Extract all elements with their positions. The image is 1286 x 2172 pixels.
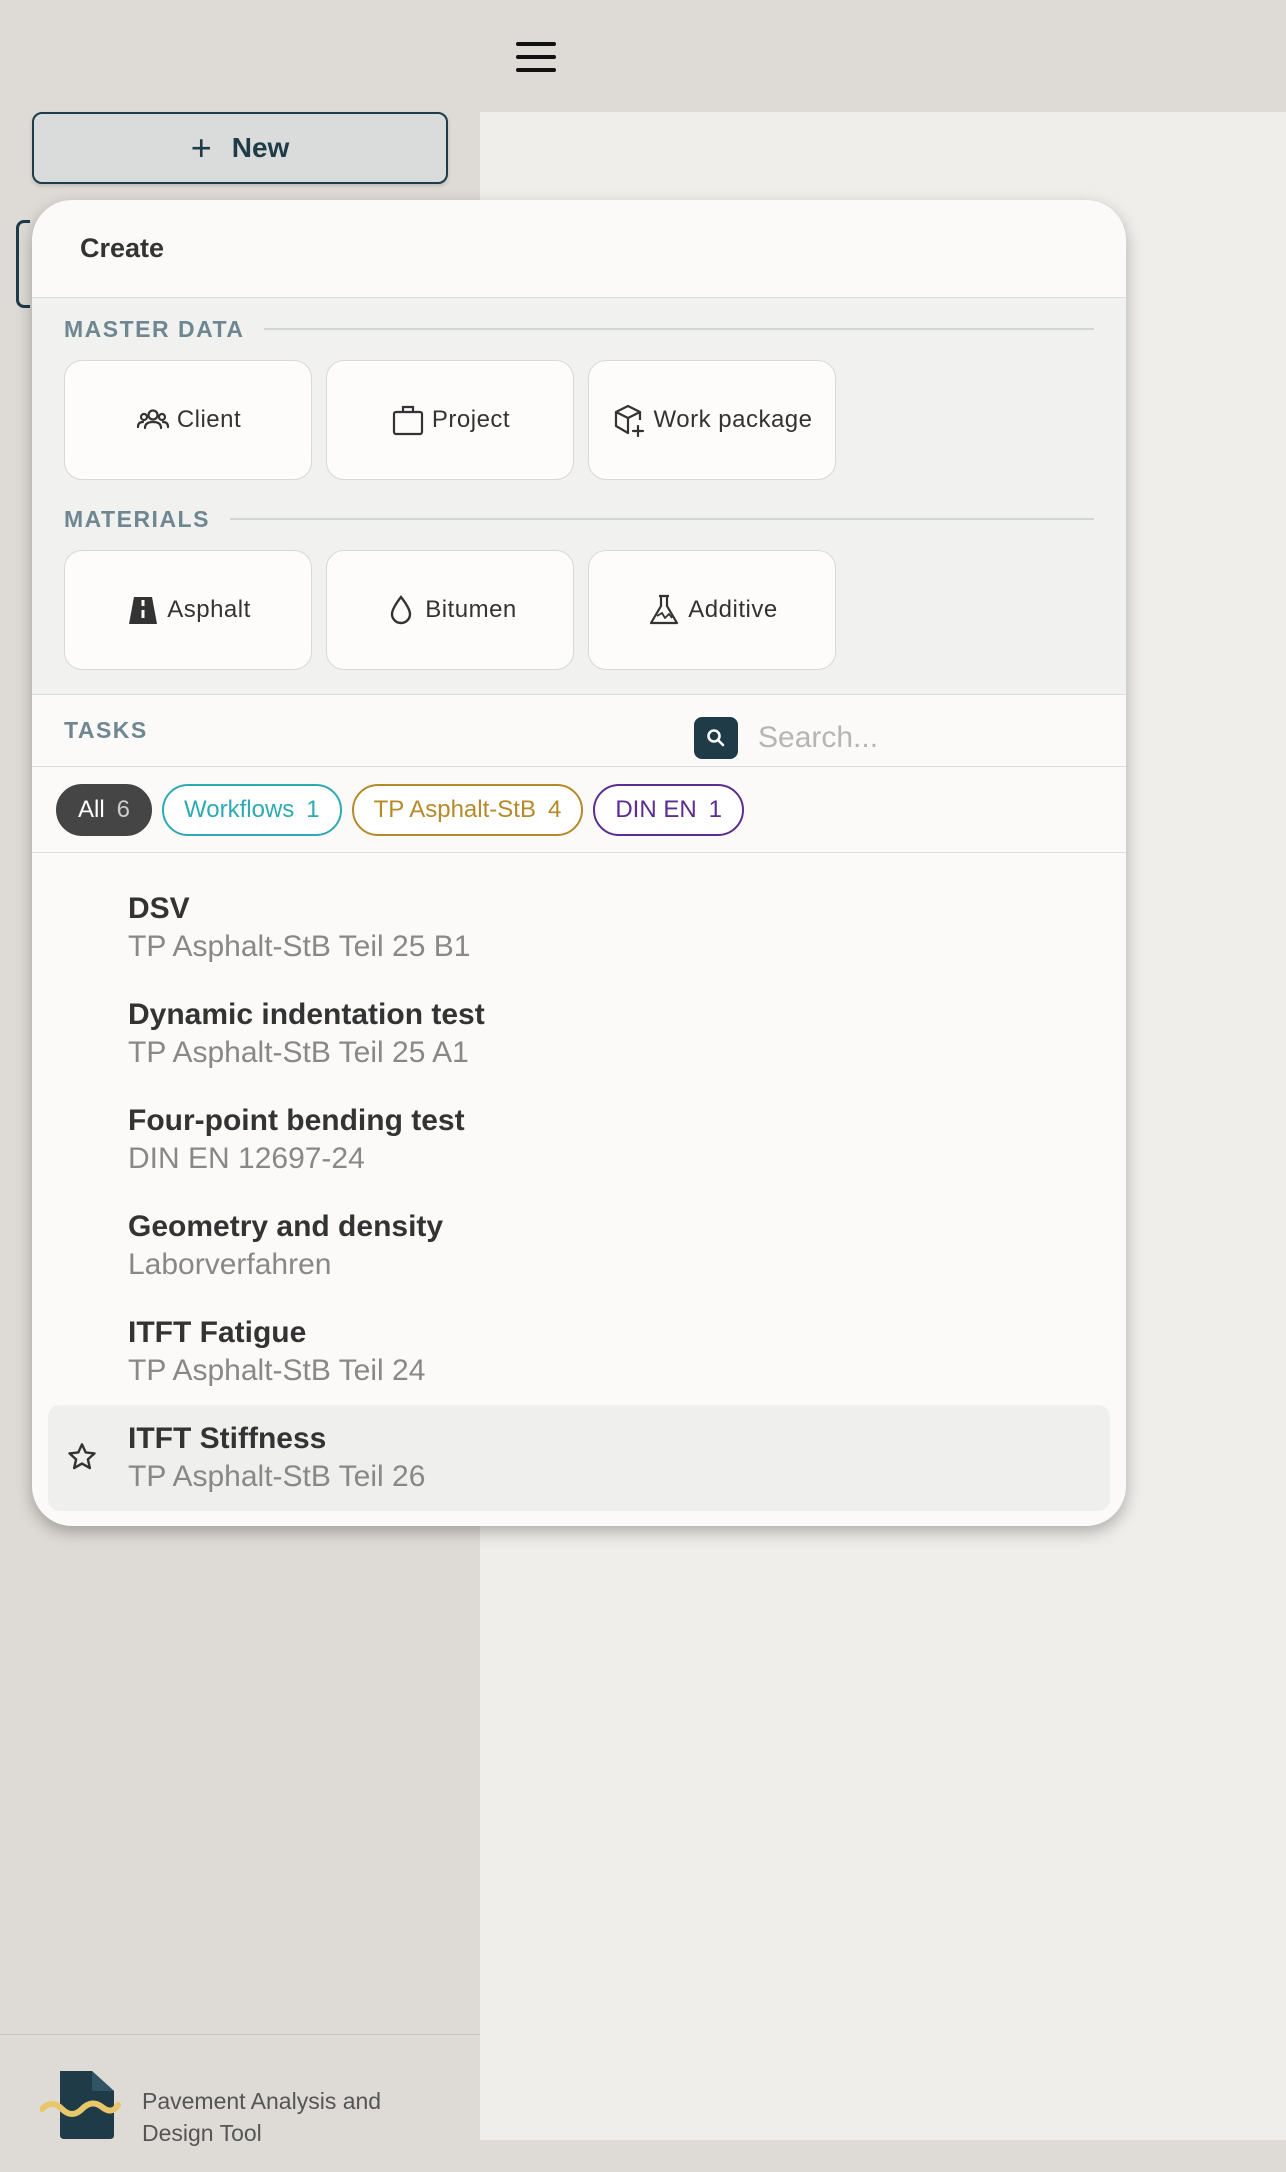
users-icon (136, 409, 169, 430)
task-search (694, 717, 1114, 759)
filter-chip-label: Workflows (184, 795, 295, 823)
master-data-section-title: MASTER DATA (64, 298, 1094, 346)
filter-chip-count: 4 (547, 795, 562, 823)
divider (264, 328, 1094, 330)
create-work-package-label: Work package (653, 406, 813, 433)
create-options: MASTER DATA Client Project Work package … (32, 298, 1126, 695)
filter-chip-label: DIN EN (615, 795, 697, 823)
create-additive-button[interactable]: Additive (588, 550, 836, 670)
task-standard: TP Asphalt-StB Teil 24 (128, 1354, 426, 1387)
sidebar-footer: Pavement Analysis and Design Tool (0, 2034, 480, 2172)
create-bitumen-button[interactable]: Bitumen (326, 550, 574, 670)
road-icon (129, 597, 158, 624)
task-standard: TP Asphalt-StB Teil 26 (128, 1460, 426, 1493)
filter-chip-all[interactable]: All 6 (56, 783, 153, 836)
task-item-itft-stiffness[interactable]: ITFT Stiffness TP Asphalt-StB Teil 26 (48, 1405, 1110, 1511)
task-name: Geometry and density (128, 1210, 444, 1243)
create-client-label: Client (176, 406, 242, 433)
create-asphalt-label: Asphalt (167, 596, 251, 623)
hamburger-menu-icon[interactable] (516, 42, 556, 72)
filter-chip-count: 6 (116, 795, 131, 823)
task-filter-chips: All 6 Workflows 1 TP Asphalt-StB 4 DIN E… (32, 767, 1126, 853)
filter-chip-count: 1 (306, 795, 320, 823)
app-name: Pavement Analysis and Design Tool (142, 2088, 382, 2146)
create-menu: Create MASTER DATA Client Project Work p… (32, 200, 1126, 1526)
task-item-dynamic-indentation-test[interactable]: Dynamic indentation test TP Asphalt-StB … (48, 981, 1110, 1087)
materials-heading: MATERIALS (64, 505, 210, 532)
create-client-button[interactable]: Client (64, 360, 312, 480)
task-item-four-point-bending-test[interactable]: Four-point bending test DIN EN 12697-24 (48, 1087, 1110, 1193)
box-plus-icon (614, 404, 644, 438)
tasks-heading: TASKS (64, 717, 148, 743)
create-project-label: Project (431, 406, 511, 433)
flask-icon (650, 594, 679, 625)
task-item-geometry-and-density[interactable]: Geometry and density Laborverfahren (48, 1193, 1110, 1299)
create-additive-label: Additive (688, 596, 778, 623)
filter-chip-workflows[interactable]: Workflows 1 (162, 783, 342, 836)
filter-chip-label: TP Asphalt-StB (373, 795, 536, 823)
filter-chip-label: All (78, 795, 105, 823)
task-name: DSV (128, 892, 190, 925)
materials-tiles: Asphalt Bitumen Additive (64, 536, 1094, 670)
task-name: ITFT Stiffness (128, 1422, 327, 1455)
task-name: Four-point bending test (128, 1104, 465, 1137)
briefcase-icon (392, 405, 423, 436)
task-list: DSV TP Asphalt-StB Teil 25 B1 Dynamic in… (32, 853, 1126, 1511)
plus-icon: + (190, 127, 212, 168)
create-work-package-button[interactable]: Work package (588, 360, 836, 480)
search-input[interactable] (758, 721, 1098, 755)
app-logo-icon (40, 2071, 121, 2139)
master-data-heading: MASTER DATA (64, 315, 245, 342)
create-bitumen-label: Bitumen (425, 596, 517, 623)
task-item-dsv[interactable]: DSV TP Asphalt-StB Teil 25 B1 (48, 875, 1110, 981)
search-icon[interactable] (694, 717, 738, 759)
materials-section-title: MATERIALS (64, 488, 1094, 536)
task-name: ITFT Fatigue (128, 1316, 307, 1349)
task-standard: TP Asphalt-StB Teil 25 A1 (128, 1036, 469, 1069)
filter-chip-count: 1 (708, 795, 723, 823)
master-data-tiles: Client Project Work package (64, 346, 1094, 480)
task-standard: TP Asphalt-StB Teil 25 B1 (128, 930, 471, 963)
create-asphalt-button[interactable]: Asphalt (64, 550, 312, 670)
create-menu-title: Create (32, 200, 1126, 298)
tasks-header: TASKS (32, 695, 1126, 767)
top-bar (0, 0, 1286, 112)
sidebar-active-indicator (16, 220, 30, 308)
create-project-button[interactable]: Project (326, 360, 574, 480)
task-name: Dynamic indentation test (128, 998, 485, 1031)
task-item-itft-fatigue[interactable]: ITFT Fatigue TP Asphalt-StB Teil 24 (48, 1299, 1110, 1405)
star-icon[interactable] (66, 1441, 98, 1473)
divider (229, 518, 1094, 520)
task-standard: DIN EN 12697-24 (128, 1142, 365, 1175)
filter-chip-tp-asphalt-stb[interactable]: TP Asphalt-StB 4 (351, 783, 584, 836)
filter-chip-din-en[interactable]: DIN EN 1 (593, 783, 745, 836)
new-button[interactable]: + New (32, 112, 448, 184)
new-button-label: New (231, 132, 290, 163)
task-standard: Laborverfahren (128, 1248, 332, 1281)
droplet-icon (391, 595, 412, 625)
